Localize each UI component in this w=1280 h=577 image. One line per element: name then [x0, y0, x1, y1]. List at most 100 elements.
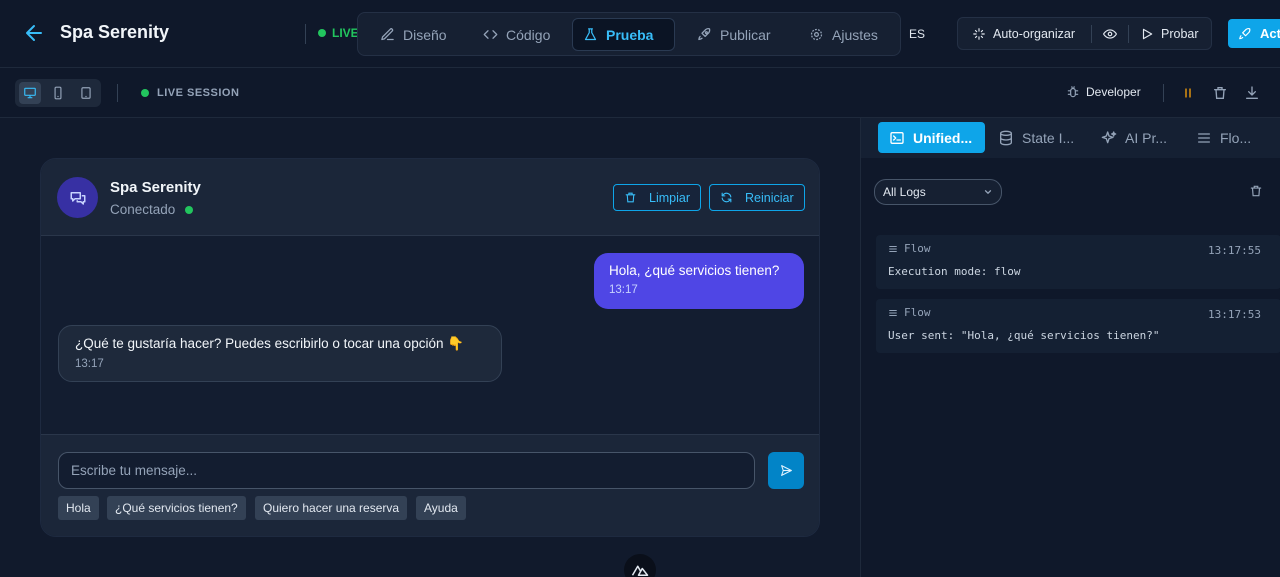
edit-icon — [381, 28, 394, 41]
activate-label: Activar — [1260, 26, 1280, 41]
log-timestamp: 13:17:55 — [1208, 244, 1261, 257]
live-indicator: LIVE — [318, 26, 359, 40]
restart-button[interactable]: Reiniciar — [709, 184, 805, 211]
quick-reply-chip[interactable]: Hola — [58, 496, 99, 520]
bot-name: Spa Serenity — [110, 179, 201, 196]
test-button[interactable]: Probar — [1140, 18, 1199, 49]
log-source-label: Flow — [904, 306, 931, 319]
bot-status-text: Conectado — [110, 202, 176, 217]
tab-label: Flo... — [1220, 129, 1252, 146]
pause-icon[interactable] — [1180, 85, 1196, 101]
session-indicator: LIVE SESSION — [141, 87, 239, 99]
log-filter-select[interactable]: All Logs — [874, 179, 1002, 205]
chevron-down-icon — [984, 190, 992, 194]
eye-icon — [1103, 28, 1117, 39]
tab-label: Prueba — [606, 26, 654, 43]
log-message: User sent: "Hola, ¿qué servicios tienen?… — [888, 329, 1160, 342]
tab-prueba[interactable]: Prueba — [572, 18, 675, 51]
tab-unified-logs[interactable]: Unified... — [878, 122, 985, 153]
log-source-label: Flow — [904, 242, 931, 255]
preview-area: Spa Serenity Conectado Limpiar Reiniciar… — [0, 118, 860, 577]
bot-message: ¿Qué te gustaría hacer? Puedes escribirl… — [58, 325, 502, 382]
live-dot — [318, 29, 326, 37]
chat-bubbles-icon — [70, 191, 85, 205]
online-dot — [185, 205, 194, 214]
log-entry: Flow 13:17:53 User sent: "Hola, ¿qué ser… — [876, 299, 1280, 353]
divider — [1091, 25, 1092, 43]
tab-label: Unified... — [913, 129, 973, 146]
send-button[interactable] — [768, 452, 804, 489]
action-group: Auto-organizar Probar — [957, 17, 1212, 50]
play-icon — [1142, 28, 1153, 39]
tab-label: Diseño — [403, 26, 447, 43]
preview-toolbar: LIVE SESSION Developer — [0, 68, 1280, 118]
tab-diseno[interactable]: Diseño — [370, 18, 457, 51]
top-bar: Spa Serenity LIVE Diseño Código Prueba P… — [0, 0, 1280, 68]
debug-panel: Unified... State I... AI Pr... Flo... Al… — [860, 118, 1280, 577]
list-icon — [889, 245, 897, 252]
log-message: Execution mode: flow — [888, 265, 1021, 278]
tab-flow[interactable]: Flo... — [1185, 122, 1262, 153]
clear-logs-icon[interactable] — [1249, 184, 1263, 198]
message-input[interactable] — [58, 452, 755, 489]
language-selector[interactable]: ES — [909, 27, 925, 41]
debug-tabs: Unified... State I... AI Pr... Flo... — [861, 118, 1280, 158]
trash-icon[interactable] — [1212, 85, 1228, 101]
smartphone-icon — [54, 86, 62, 100]
chat-widget: Spa Serenity Conectado Limpiar Reiniciar… — [40, 158, 820, 537]
test-label: Probar — [1161, 26, 1199, 41]
tab-publicar[interactable]: Publicar — [687, 18, 781, 51]
quick-reply-chip[interactable]: Quiero hacer una reserva — [255, 496, 408, 520]
monitor-icon — [24, 87, 36, 99]
auto-organize-label: Auto-organizar — [993, 26, 1075, 41]
mobile-view-button[interactable] — [47, 82, 69, 104]
quick-reply-chip[interactable]: Ayuda — [416, 496, 466, 520]
divider — [1128, 25, 1129, 43]
divider — [117, 84, 118, 102]
list-icon — [1198, 132, 1210, 143]
clear-button[interactable]: Limpiar — [613, 184, 701, 211]
auto-organize-button[interactable]: Auto-organizar — [972, 18, 1075, 49]
tablet-view-button[interactable] — [75, 82, 97, 104]
send-icon — [780, 465, 792, 476]
message-text: Hola, ¿qué servicios tienen? — [609, 263, 780, 278]
bug-icon — [1067, 86, 1079, 98]
tab-codigo[interactable]: Código — [473, 18, 560, 51]
developer-toggle[interactable]: Developer — [1066, 85, 1141, 99]
quick-reply-chip[interactable]: ¿Qué servicios tienen? — [107, 496, 246, 520]
tab-ajustes[interactable]: Ajustes — [799, 18, 888, 51]
log-filter-value: All Logs — [883, 185, 926, 199]
tab-label: Código — [506, 26, 551, 43]
sparkle-icon — [973, 27, 985, 40]
tab-label: AI Pr... — [1125, 129, 1168, 146]
tab-label: Ajustes — [832, 26, 878, 43]
trash-icon — [625, 192, 636, 203]
tablet-icon — [81, 87, 91, 99]
developer-label: Developer — [1086, 85, 1141, 99]
tab-label: Publicar — [720, 26, 771, 43]
terminal-icon — [890, 131, 904, 144]
tab-label: State I... — [1022, 129, 1075, 146]
desktop-view-button[interactable] — [19, 82, 41, 104]
back-arrow-icon[interactable] — [22, 21, 46, 45]
database-icon — [1000, 130, 1012, 145]
activate-button[interactable]: Activar — [1228, 19, 1280, 48]
download-icon[interactable] — [1244, 85, 1260, 101]
preview-button[interactable] — [1103, 18, 1117, 49]
sparkles-icon — [1101, 130, 1117, 143]
divider — [305, 24, 306, 44]
refresh-icon — [721, 192, 732, 203]
message-text: ¿Qué te gustaría hacer? Puedes escribirl… — [75, 336, 465, 351]
chat-header: Spa Serenity Conectado Limpiar Reiniciar — [41, 159, 819, 236]
log-entry: Flow 13:17:55 Execution mode: flow — [876, 235, 1280, 289]
tab-state-inspector[interactable]: State I... — [987, 122, 1085, 153]
bot-status: Conectado — [110, 202, 194, 217]
message-time: 13:17 — [609, 284, 638, 296]
mode-tabs: Diseño Código Prueba Publicar Ajustes — [357, 12, 901, 56]
list-icon — [889, 309, 897, 316]
restart-label: Reiniciar — [745, 190, 794, 205]
user-message: Hola, ¿qué servicios tienen? 13:17 — [594, 253, 804, 309]
message-time: 13:17 — [75, 358, 104, 370]
flask-icon — [584, 28, 597, 41]
tab-ai-prompts[interactable]: AI Pr... — [1090, 122, 1178, 153]
